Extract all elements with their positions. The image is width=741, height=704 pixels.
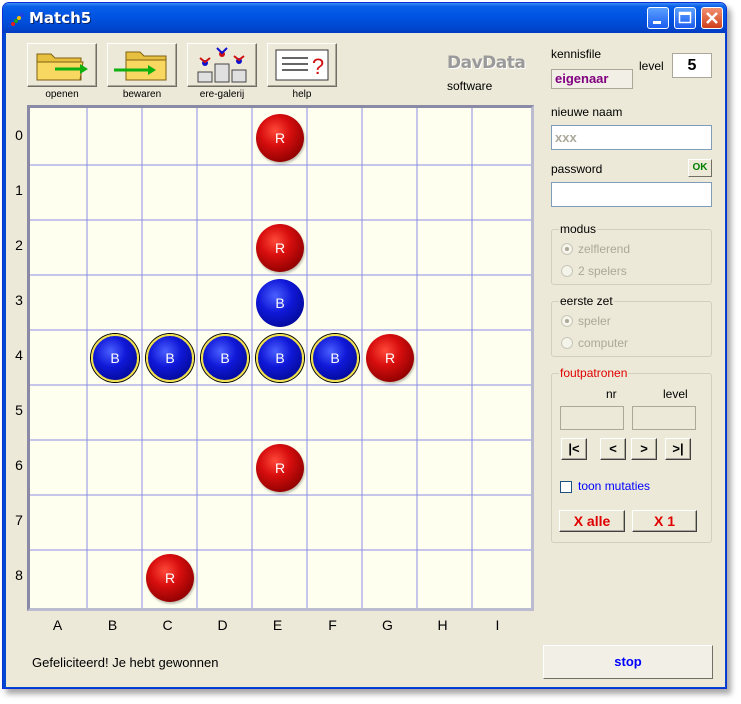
first-move-title: eerste zet xyxy=(559,294,614,308)
row-label: 6 xyxy=(15,456,23,473)
row-label: 7 xyxy=(15,511,23,528)
row-label: 3 xyxy=(15,291,23,308)
close-button[interactable] xyxy=(701,7,723,29)
delete-one-button[interactable]: X 1 xyxy=(632,510,697,532)
first-move-group xyxy=(551,301,712,357)
pattern-level-label: level xyxy=(663,387,688,401)
minimize-icon xyxy=(653,21,661,24)
help-label: help xyxy=(292,89,312,100)
prev-pattern-button[interactable]: < xyxy=(600,438,626,460)
level-value: 5 xyxy=(672,53,712,78)
help-button[interactable]: ? xyxy=(267,43,337,87)
maximize-button[interactable] xyxy=(674,7,696,29)
modus-2-spelers-label: 2 spelers xyxy=(578,264,627,278)
last-pattern-button[interactable]: >| xyxy=(665,438,691,460)
blue-piece: B xyxy=(91,334,139,382)
brand-logo: DavData xyxy=(447,53,526,73)
maximize-icon xyxy=(678,11,692,24)
row-label: 5 xyxy=(15,401,23,418)
blue-piece: B xyxy=(201,334,249,382)
title-bar[interactable]: Match5 xyxy=(3,3,726,33)
modus-zelflerend-radio[interactable] xyxy=(561,243,573,255)
red-piece: R xyxy=(146,554,194,602)
modus-zelflerend-label: zelflerend xyxy=(578,242,631,256)
blue-piece: B xyxy=(256,279,304,327)
new-name-input[interactable]: xxx xyxy=(551,125,712,150)
column-label: I xyxy=(495,617,500,633)
column-label: A xyxy=(52,617,63,633)
blue-piece: B xyxy=(146,334,194,382)
password-ok-button[interactable]: OK xyxy=(688,159,712,177)
row-label: 2 xyxy=(15,236,23,253)
kennisfile-value: eigenaar xyxy=(551,69,633,89)
modus-title: modus xyxy=(559,222,598,236)
close-icon xyxy=(706,12,718,24)
blue-piece: B xyxy=(256,334,304,382)
pattern-level-input[interactable] xyxy=(632,406,696,430)
row-label: 0 xyxy=(15,126,23,143)
folder-open-icon xyxy=(36,53,88,81)
red-piece: R xyxy=(366,334,414,382)
modus-group xyxy=(551,229,712,285)
level-label: level xyxy=(639,59,664,73)
first-move-speler-radio[interactable] xyxy=(561,315,573,327)
row-label: 4 xyxy=(15,346,23,363)
hall-of-fame-button[interactable] xyxy=(187,43,257,87)
column-label: C xyxy=(162,617,173,633)
app-icon xyxy=(11,13,24,26)
row-label: 1 xyxy=(15,181,23,198)
open-label: openen xyxy=(45,89,79,100)
save-label: bewaren xyxy=(122,89,162,100)
toon-mutaties-checkbox[interactable] xyxy=(560,481,572,493)
red-piece: R xyxy=(256,224,304,272)
column-label: G xyxy=(382,617,393,633)
red-piece: R xyxy=(256,114,304,162)
window-title: Match5 xyxy=(29,9,92,27)
password-input[interactable] xyxy=(551,182,712,207)
brand-subtitle: software xyxy=(447,79,493,93)
status-message: Gefeliciteerd! Je hebt gewonnen xyxy=(32,655,219,670)
next-pattern-button[interactable]: > xyxy=(631,438,657,460)
svg-text:?: ? xyxy=(312,54,324,79)
foutpatronen-title: foutpatronen xyxy=(559,366,629,380)
save-button[interactable] xyxy=(107,43,177,87)
column-label: F xyxy=(328,617,337,633)
column-label: B xyxy=(107,617,118,633)
help-icon: ? xyxy=(275,49,329,81)
kennisfile-label: kennisfile xyxy=(551,47,602,61)
folder-save-icon xyxy=(114,51,167,81)
modus-2-spelers-radio[interactable] xyxy=(561,265,573,277)
column-label: E xyxy=(272,617,283,633)
column-label: H xyxy=(437,617,448,633)
red-piece: R xyxy=(256,444,304,492)
first-pattern-button[interactable]: |< xyxy=(561,438,587,460)
password-label: password xyxy=(551,162,603,176)
new-name-label: nieuwe naam xyxy=(551,105,623,119)
nr-label: nr xyxy=(606,387,617,401)
stop-button[interactable]: stop xyxy=(543,645,713,679)
hall-of-fame-label: ere-galerij xyxy=(199,89,245,100)
row-label: 8 xyxy=(15,566,23,583)
blue-piece: B xyxy=(311,334,359,382)
first-move-computer-radio[interactable] xyxy=(561,337,573,349)
pattern-nr-input[interactable] xyxy=(560,406,624,430)
first-move-computer-label: computer xyxy=(578,336,629,350)
minimize-button[interactable] xyxy=(647,7,669,29)
podium-icon xyxy=(197,47,247,83)
delete-all-button[interactable]: X alle xyxy=(559,510,625,532)
first-move-speler-label: speler xyxy=(578,314,611,328)
app-window: Match5 openen bewaren ere-galerij ? help… xyxy=(2,2,727,689)
toon-mutaties-label[interactable]: toon mutaties xyxy=(578,479,650,493)
open-button[interactable] xyxy=(27,43,97,87)
column-label: D xyxy=(217,617,228,633)
game-board[interactable]: RRBBBBBBRRR xyxy=(27,105,534,611)
